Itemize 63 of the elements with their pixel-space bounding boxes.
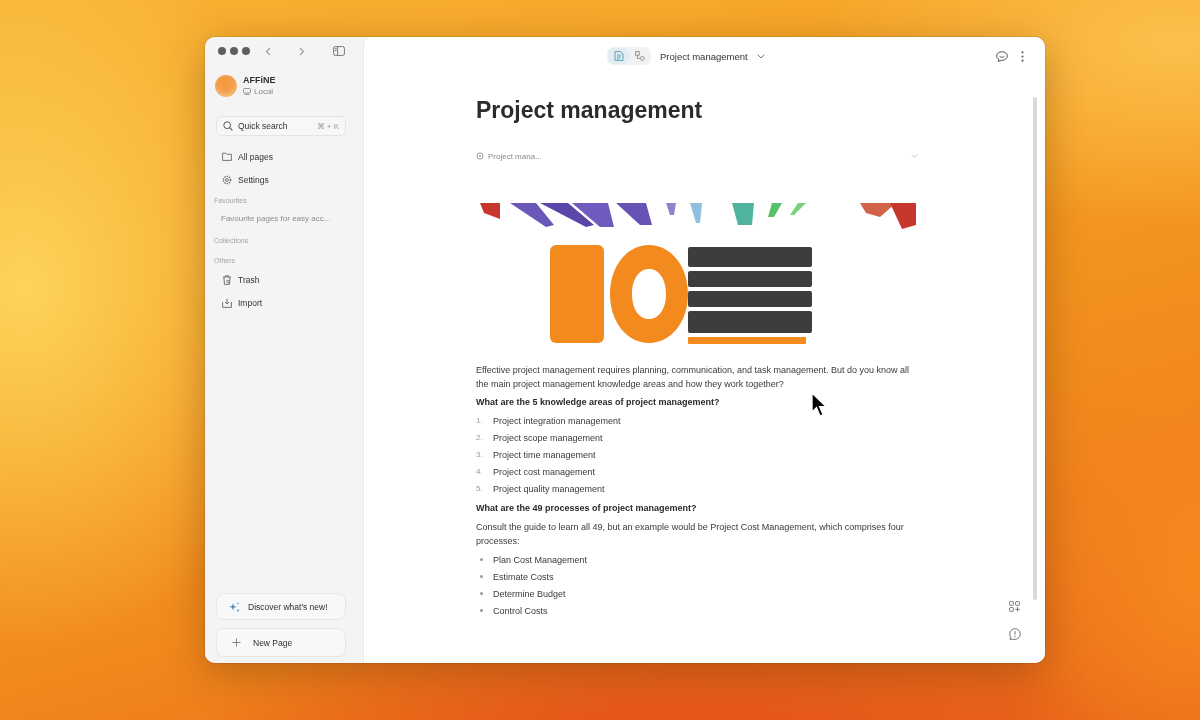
caret-icon bbox=[756, 53, 765, 59]
list-item-text: Project quality management bbox=[493, 483, 605, 494]
section-heading: What are the 49 processes of project management? bbox=[476, 502, 697, 515]
folder-icon bbox=[222, 152, 232, 161]
workspace-avatar-icon[interactable] bbox=[215, 74, 237, 97]
empty-favourites-hint: Favourite pages for easy acc... bbox=[221, 213, 331, 225]
more-options-icon[interactable] bbox=[1020, 50, 1024, 62]
shortcut-hint: ⌘ + K bbox=[316, 121, 339, 131]
list-item-text: Project scope management bbox=[493, 432, 603, 443]
section-heading: What are the 5 knowledge areas of project management? bbox=[476, 396, 720, 409]
new-page-button[interactable]: New Page bbox=[216, 628, 346, 657]
settings-icon bbox=[222, 174, 232, 185]
workspace-storage-label: Local bbox=[254, 86, 274, 97]
mouse-pointer-icon bbox=[811, 392, 828, 418]
sidebar-item[interactable]: Settings bbox=[205, 168, 363, 191]
chevron-down-icon bbox=[911, 154, 918, 158]
local-storage-icon bbox=[243, 88, 251, 95]
document-title[interactable]: Project management bbox=[476, 97, 703, 123]
list-item-text: Project time management bbox=[493, 449, 596, 460]
sparkle-icon bbox=[229, 601, 240, 612]
add-widget-icon[interactable] bbox=[1009, 601, 1020, 612]
discover-whats-new-button[interactable]: Discover what's new! bbox=[216, 593, 346, 620]
page-mode-button[interactable] bbox=[608, 48, 629, 64]
close-window-button[interactable] bbox=[218, 47, 226, 55]
linked-page-icon bbox=[476, 152, 484, 160]
list-number: 5. bbox=[476, 484, 484, 493]
comment-icon[interactable] bbox=[995, 50, 1008, 62]
list-number: 2. bbox=[476, 433, 484, 442]
list-item-text: Plan Cost Management bbox=[493, 554, 588, 565]
sidebar-item[interactable]: Trash bbox=[205, 268, 363, 291]
search-icon bbox=[223, 121, 233, 131]
help-icon[interactable] bbox=[1009, 628, 1021, 640]
zoom-window-button[interactable] bbox=[242, 47, 250, 55]
trash-icon bbox=[222, 274, 232, 285]
linked-page-card[interactable]: Project mana... bbox=[476, 149, 920, 163]
sidebar-toggle-icon[interactable] bbox=[333, 46, 345, 56]
list-item-text: Project integration management bbox=[493, 415, 621, 426]
document-icon bbox=[613, 51, 624, 61]
list-item-text: Estimate Costs bbox=[493, 571, 554, 582]
shapes-icon bbox=[634, 51, 645, 61]
list-item-text: Control Costs bbox=[493, 605, 548, 616]
workspace-name[interactable]: AFFiNE bbox=[243, 74, 276, 86]
bullet-icon bbox=[480, 592, 483, 595]
sidebar-item[interactable]: Import bbox=[205, 291, 363, 314]
sidebar-item[interactable]: All pages bbox=[205, 145, 363, 168]
list-number: 3. bbox=[476, 450, 484, 459]
quick-search-button[interactable]: Quick search ⌘ + K bbox=[216, 116, 346, 136]
import-icon bbox=[222, 297, 232, 308]
list-item-text: Project cost management bbox=[493, 466, 596, 477]
bullet-icon bbox=[480, 575, 483, 578]
list-number: 1. bbox=[476, 416, 484, 425]
paragraph: Effective project management requires planning, communication, and task management. But do you know all the main project management knowledge areas and how they work together? bbox=[476, 364, 911, 391]
list-number: 4. bbox=[476, 467, 484, 476]
plus-icon bbox=[232, 638, 241, 647]
forward-chevron-icon[interactable] bbox=[299, 46, 305, 56]
bullet-icon bbox=[480, 609, 483, 612]
bullet-icon bbox=[480, 558, 483, 561]
list-item-text: Determine Budget bbox=[493, 588, 566, 599]
scrollbar-thumb[interactable] bbox=[1033, 97, 1037, 600]
paragraph: Consult the guide to learn all 49, but an example would be Project Cost Management, which comprises four processes: bbox=[476, 521, 905, 548]
minimize-window-button[interactable] bbox=[230, 47, 238, 55]
back-chevron-icon[interactable] bbox=[265, 46, 271, 56]
page-title-menu[interactable]: Project management bbox=[658, 48, 767, 64]
